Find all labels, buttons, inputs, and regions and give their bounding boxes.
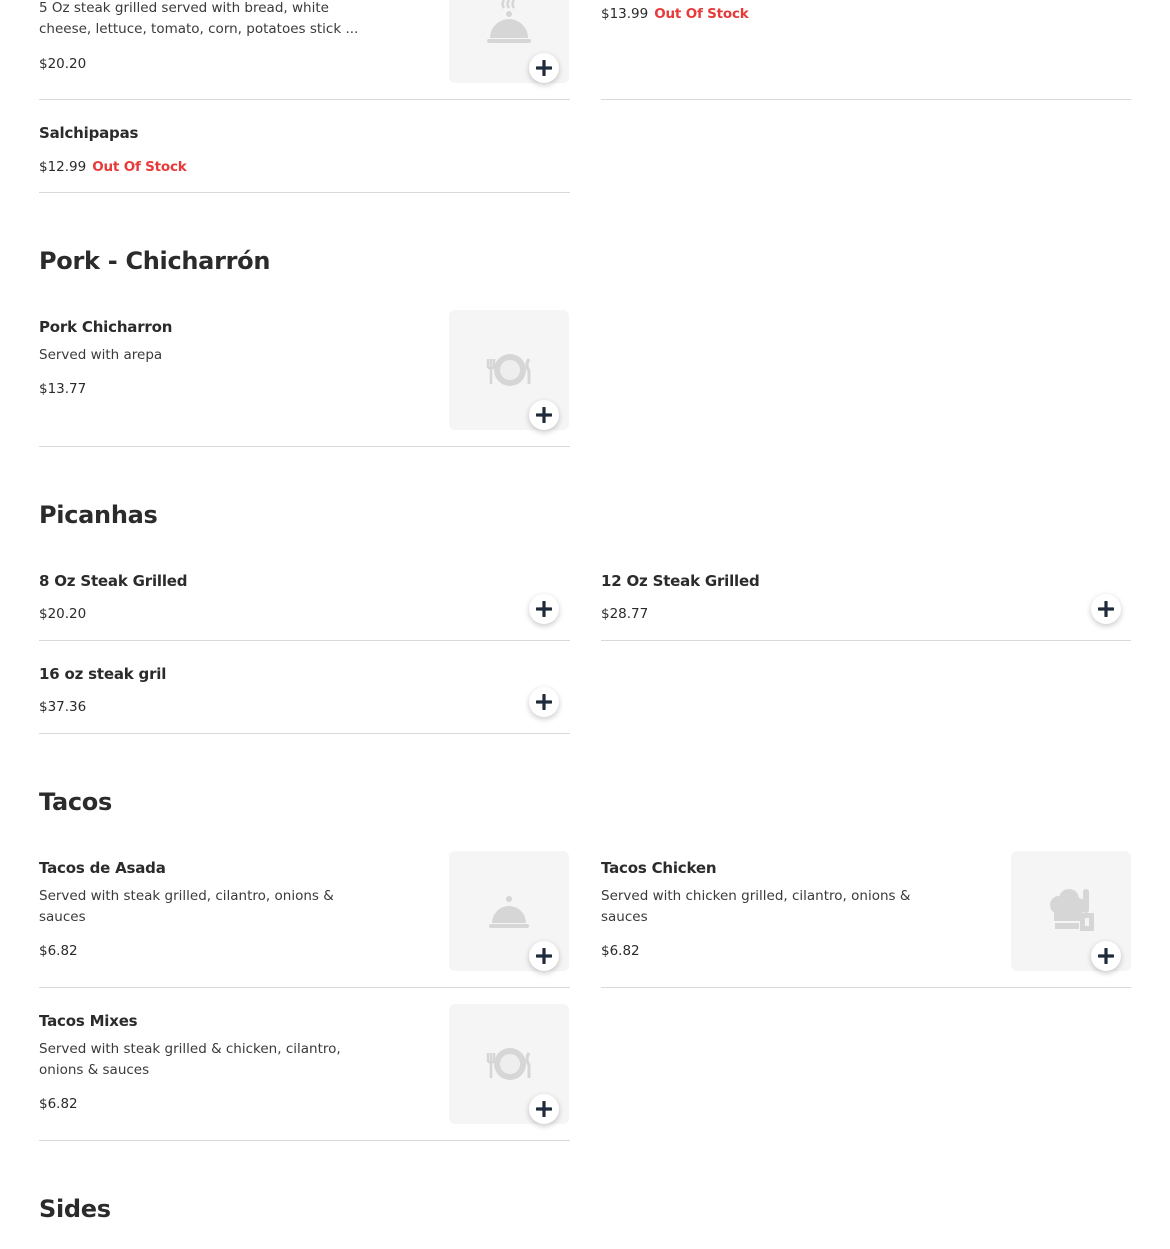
out-of-stock-badge: Out Of Stock <box>654 6 749 22</box>
description-line: Served with chicken grilled, cilantro, o… <box>601 888 911 904</box>
divider <box>39 99 570 100</box>
add-to-cart-button[interactable] <box>1091 941 1121 971</box>
out-of-stock-badge: Out Of Stock <box>92 159 187 175</box>
add-to-cart-button[interactable] <box>529 941 559 971</box>
plus-icon <box>536 60 552 76</box>
item-price: $6.82 <box>601 943 640 959</box>
divider <box>601 640 1131 641</box>
item-name[interactable]: 12 Oz Steak Grilled <box>601 572 760 590</box>
item-price: $20.20 <box>39 56 87 72</box>
item-price: $13.77 <box>39 381 87 397</box>
add-to-cart-button[interactable] <box>529 594 559 624</box>
divider <box>39 192 570 193</box>
item-price: $6.82 <box>39 943 78 959</box>
item-description: Served with chicken grilled, cilantro, o… <box>601 886 910 928</box>
item-price-row: $13.99 Out Of Stock <box>601 6 749 22</box>
item-name[interactable]: 16 oz steak gril <box>39 665 166 683</box>
divider <box>39 1140 570 1141</box>
add-to-cart-button[interactable] <box>529 1094 559 1124</box>
section-title: Picanhas <box>39 501 158 529</box>
description-line: 5 Oz steak grilled served with bread, wh… <box>39 0 329 16</box>
divider <box>39 733 570 734</box>
item-price: $28.77 <box>601 606 649 622</box>
item-name[interactable]: Tacos Mixes <box>39 1012 138 1030</box>
divider <box>601 99 1131 100</box>
item-name[interactable]: Tacos Chicken <box>601 859 717 877</box>
add-to-cart-button[interactable] <box>1091 594 1121 624</box>
description-line: onions & sauces <box>39 1062 150 1078</box>
description-line: sauces <box>601 909 648 925</box>
plus-icon <box>1098 948 1114 964</box>
description-line: Served with steak grilled & chicken, cil… <box>39 1041 341 1057</box>
item-price: $12.99 <box>39 159 87 175</box>
add-to-cart-button[interactable] <box>529 400 559 430</box>
plus-icon <box>1098 601 1114 617</box>
plus-icon <box>536 407 552 423</box>
item-description: Served with steak grilled, cilantro, oni… <box>39 886 334 928</box>
divider <box>601 987 1131 988</box>
plus-icon <box>536 948 552 964</box>
item-price: $37.36 <box>39 699 87 715</box>
item-name[interactable]: 8 Oz Steak Grilled <box>39 572 187 590</box>
item-name[interactable]: Tacos de Asada <box>39 859 166 877</box>
plus-icon <box>536 601 552 617</box>
description-line: sauces <box>39 909 86 925</box>
divider <box>39 640 570 641</box>
description-line: cheese, lettuce, tomato, corn, potatoes … <box>39 21 359 37</box>
section-title: Sides <box>39 1195 111 1223</box>
section-title: Tacos <box>39 788 112 816</box>
section-title: Pork - Chicharrón <box>39 247 271 275</box>
item-price: $20.20 <box>39 606 87 622</box>
item-description: 5 Oz steak grilled served with bread, wh… <box>39 0 358 40</box>
item-description: Served with arepa <box>39 347 163 363</box>
plus-icon <box>536 1101 552 1117</box>
description-line: Served with steak grilled, cilantro, oni… <box>39 888 334 904</box>
divider <box>39 987 570 988</box>
item-price: $13.99 <box>601 6 649 22</box>
plus-icon <box>536 694 552 710</box>
add-to-cart-button[interactable] <box>529 53 559 83</box>
add-to-cart-button[interactable] <box>529 687 559 717</box>
item-description: Served with steak grilled & chicken, cil… <box>39 1039 341 1081</box>
item-price-row: $12.99 Out Of Stock <box>39 159 187 175</box>
item-name[interactable]: Pork Chicharron <box>39 318 172 336</box>
divider <box>39 446 570 447</box>
item-price: $6.82 <box>39 1096 78 1112</box>
item-name[interactable]: Salchipapas <box>39 124 138 142</box>
